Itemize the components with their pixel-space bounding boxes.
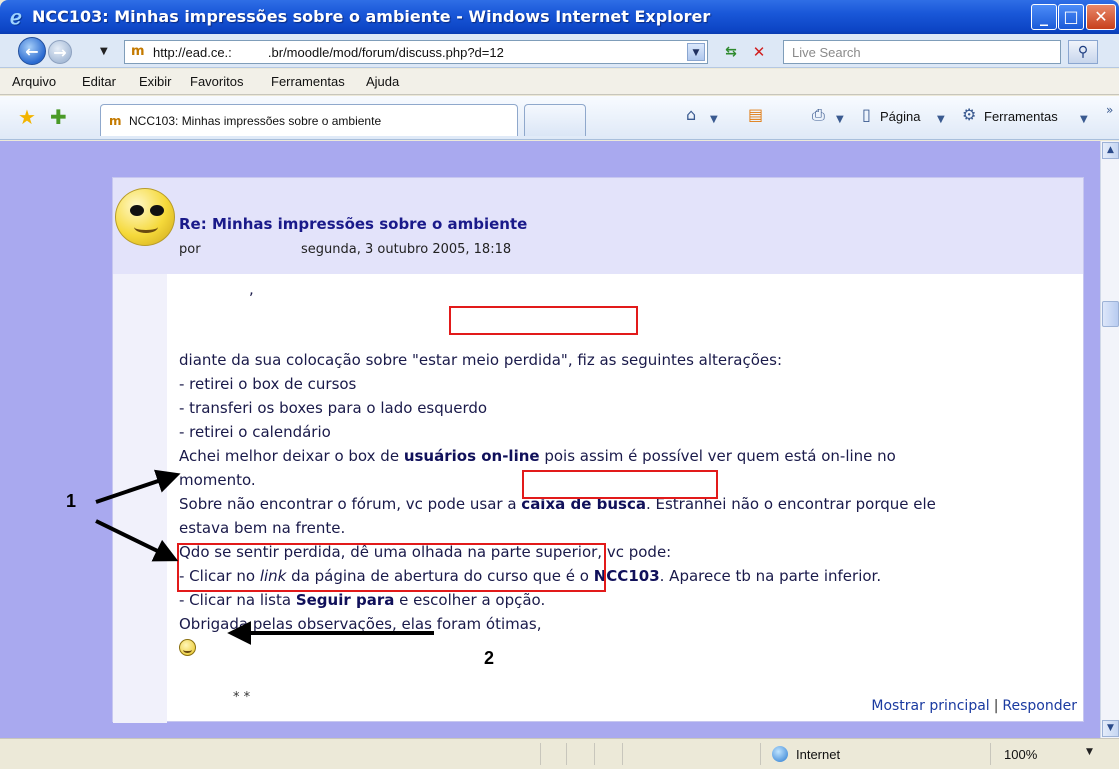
menu-exibir[interactable]: Exibir [139,74,172,90]
maximize-button[interactable]: □ [1058,4,1084,30]
page-content: Re: Minhas impressões sobre o ambiente p… [0,141,1100,738]
status-divider [540,743,541,765]
page-dropdown-icon[interactable]: ▼ [937,110,945,130]
scroll-up-button[interactable]: ▲ [1102,142,1119,159]
back-button[interactable]: ← [18,37,46,65]
home-dropdown-icon[interactable]: ▼ [710,110,718,130]
menu-favoritos[interactable]: Favoritos [190,74,243,90]
ie-logo-icon: ℯ [10,5,22,29]
zoom-dropdown-icon[interactable]: ▼ [1086,747,1093,757]
home-icon[interactable]: ⌂ [686,105,696,125]
status-divider [760,743,761,765]
internet-globe-icon [772,746,788,762]
search-placeholder: Live Search [792,45,861,60]
browser-window: ℯ NCC103: Minhas impressões sobre o ambi… [0,0,1119,769]
search-button[interactable]: ⚲ [1068,40,1098,64]
zoom-level[interactable]: 100% [1004,747,1037,763]
new-tab-button[interactable] [524,104,586,136]
address-dropdown-button[interactable]: ▼ [687,43,705,61]
address-bar[interactable]: m http://ead.ce.: .br/moodle/mod/forum/d… [124,40,708,64]
favorites-star-icon[interactable]: ★ [18,106,36,128]
status-divider [990,743,991,765]
menu-ferramentas[interactable]: Ferramentas [271,74,345,90]
vertical-scrollbar[interactable]: ▲ ▼ [1100,141,1119,738]
arrow-1a [95,469,181,504]
tools-gear-icon: ⚙ [962,105,977,124]
menu-bar: Arquivo Editar Exibir Favoritos Ferramen… [0,69,1119,95]
feeds-icon[interactable]: ▤ [748,105,763,125]
menu-editar[interactable]: Editar [82,74,116,90]
chevron-more-icon[interactable]: » [1106,100,1113,120]
arrow-1b [95,519,179,562]
search-icon: ⚲ [1077,44,1089,60]
stop-button[interactable]: ✕ [748,42,770,62]
close-button[interactable]: ✕ [1086,4,1116,30]
moodle-favicon-icon: m [131,44,145,59]
status-bar: Internet 100% ▼ [0,738,1119,769]
page-icon: ▯ [862,105,871,124]
print-dropdown-icon[interactable]: ▼ [836,110,844,130]
tools-dropdown-icon[interactable]: ▼ [1080,110,1088,130]
forward-button[interactable]: → [48,40,72,64]
tab-label: NCC103: Minhas impressões sobre o ambien… [129,114,382,128]
back-arrow-icon: ← [25,42,39,61]
annotation-arrows [95,469,434,645]
menu-ajuda[interactable]: Ajuda [366,74,399,90]
minimize-button[interactable]: _ [1031,4,1057,30]
forward-arrow-icon: → [53,43,67,62]
status-divider [594,743,595,765]
security-zone: Internet [796,747,841,762]
window-title: NCC103: Minhas impressões sobre o ambien… [32,7,711,26]
search-box[interactable]: Live Search [783,40,1061,64]
address-url[interactable]: http://ead.ce.: .br/moodle/mod/forum/dis… [153,45,504,61]
print-icon[interactable]: ⎙ [812,105,825,125]
scroll-thumb[interactable] [1102,301,1119,327]
refresh-button[interactable]: ⇆ [720,42,742,62]
tab-row: ★ ✚ m NCC103: Minhas impressões sobre o … [0,96,1119,140]
scroll-down-button[interactable]: ▼ [1102,720,1119,737]
address-row: ← → ▼ m http://ead.ce.: .br/moodle/mod/f… [0,34,1119,68]
tools-menu[interactable]: Ferramentas [984,108,1058,126]
tab-active[interactable]: m NCC103: Minhas impressões sobre o ambi… [100,104,518,136]
recent-pages-dropdown[interactable]: ▼ [100,46,108,57]
menu-arquivo[interactable]: Arquivo [12,74,56,90]
status-divider [566,743,567,765]
moodle-favicon-icon: m [109,114,122,128]
status-divider [622,743,623,765]
title-bar: ℯ NCC103: Minhas impressões sobre o ambi… [0,0,1119,34]
page-menu[interactable]: Página [880,108,920,126]
add-favorite-icon[interactable]: ✚ [50,106,67,128]
